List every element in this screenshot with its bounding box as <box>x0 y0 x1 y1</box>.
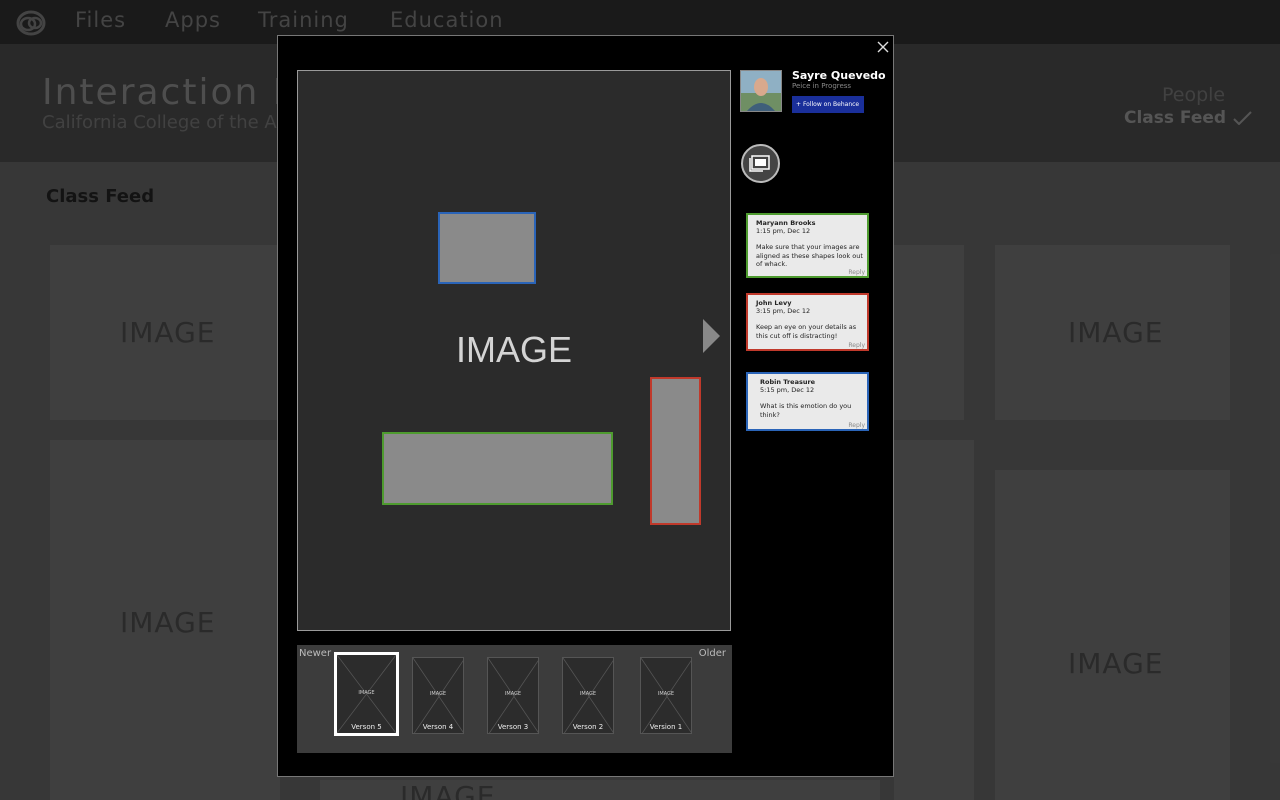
thumbnail-label: Verson 2 <box>572 723 604 731</box>
comment-time: 3:15 pm, Dec 12 <box>756 307 811 315</box>
plus-icon: + <box>796 101 803 108</box>
reply-link[interactable]: Reply <box>848 269 865 276</box>
user-status: Peice in Progress <box>792 82 852 90</box>
comment-card[interactable]: Robin Treasure 5:15 pm, Dec 12 What is t… <box>744 370 871 433</box>
highlight-box[interactable] <box>650 377 701 525</box>
follow-on-behance-button[interactable]: + Follow on Behance <box>792 96 864 113</box>
next-arrow-icon[interactable] <box>703 319 720 353</box>
thumbnail-label: Verson 3 <box>497 723 529 731</box>
newer-label: Newer <box>299 648 332 659</box>
avatar[interactable] <box>740 70 782 112</box>
close-icon[interactable] <box>876 40 890 54</box>
thumbnail-label: Verson 4 <box>422 723 454 731</box>
version-thumbnail[interactable]: IMAGE Verson 5 <box>334 652 399 736</box>
comment-author: Maryann Brooks <box>756 219 816 227</box>
thumbnail-image-label: IMAGE <box>657 691 675 697</box>
older-label: Older <box>698 648 726 659</box>
main-image-canvas[interactable]: IMAGE <box>297 70 731 631</box>
thumbnail-label: Version 1 <box>649 723 683 731</box>
reply-link[interactable]: Reply <box>848 342 865 349</box>
thumbnail-image-label: IMAGE <box>504 691 522 697</box>
thumbnail-label: Verson 5 <box>351 723 382 731</box>
comment-text: What is this emotion do you think? <box>760 402 852 419</box>
comment-card[interactable]: John Levy 3:15 pm, Dec 12 Keep an eye on… <box>744 291 871 353</box>
version-thumbnail[interactable]: IMAGE Verson 2 <box>562 657 614 734</box>
follow-label: Follow on Behance <box>802 101 860 108</box>
comment-text: Make sure that your images are aligned a… <box>756 243 863 268</box>
comment-card[interactable]: Maryann Brooks 1:15 pm, Dec 12 Make sure… <box>744 211 871 280</box>
compare-versions-button[interactable] <box>741 144 780 183</box>
reply-link[interactable]: Reply <box>848 422 865 429</box>
comment-text: Keep an eye on your details as this cut … <box>756 323 857 340</box>
main-image-label: IMAGE <box>455 329 572 370</box>
comment-time: 5:15 pm, Dec 12 <box>760 386 815 394</box>
version-strip: Newer Older IMAGE Verson 5 IMAGE Verson … <box>297 645 732 753</box>
version-thumbnail[interactable]: IMAGE Verson 3 <box>487 657 539 734</box>
critique-modal: IMAGE Newer Older IMAGE Verson 5 IMAGE V… <box>277 35 894 777</box>
compare-screens-icon <box>749 155 770 172</box>
comment-time: 1:15 pm, Dec 12 <box>756 227 811 235</box>
comment-author: Robin Treasure <box>760 378 816 386</box>
thumbnail-image-label: IMAGE <box>579 691 597 697</box>
highlight-box[interactable] <box>438 212 536 284</box>
highlight-box[interactable] <box>382 432 613 505</box>
thumbnail-image-label: IMAGE <box>358 690 375 696</box>
comment-author: John Levy <box>756 299 792 307</box>
user-photo-icon <box>741 71 781 111</box>
version-thumbnail[interactable]: IMAGE Verson 4 <box>412 657 464 734</box>
user-name[interactable]: Sayre Quevedo <box>792 69 886 82</box>
version-thumbnail[interactable]: IMAGE Version 1 <box>640 657 692 734</box>
thumbnail-image-label: IMAGE <box>429 691 447 697</box>
